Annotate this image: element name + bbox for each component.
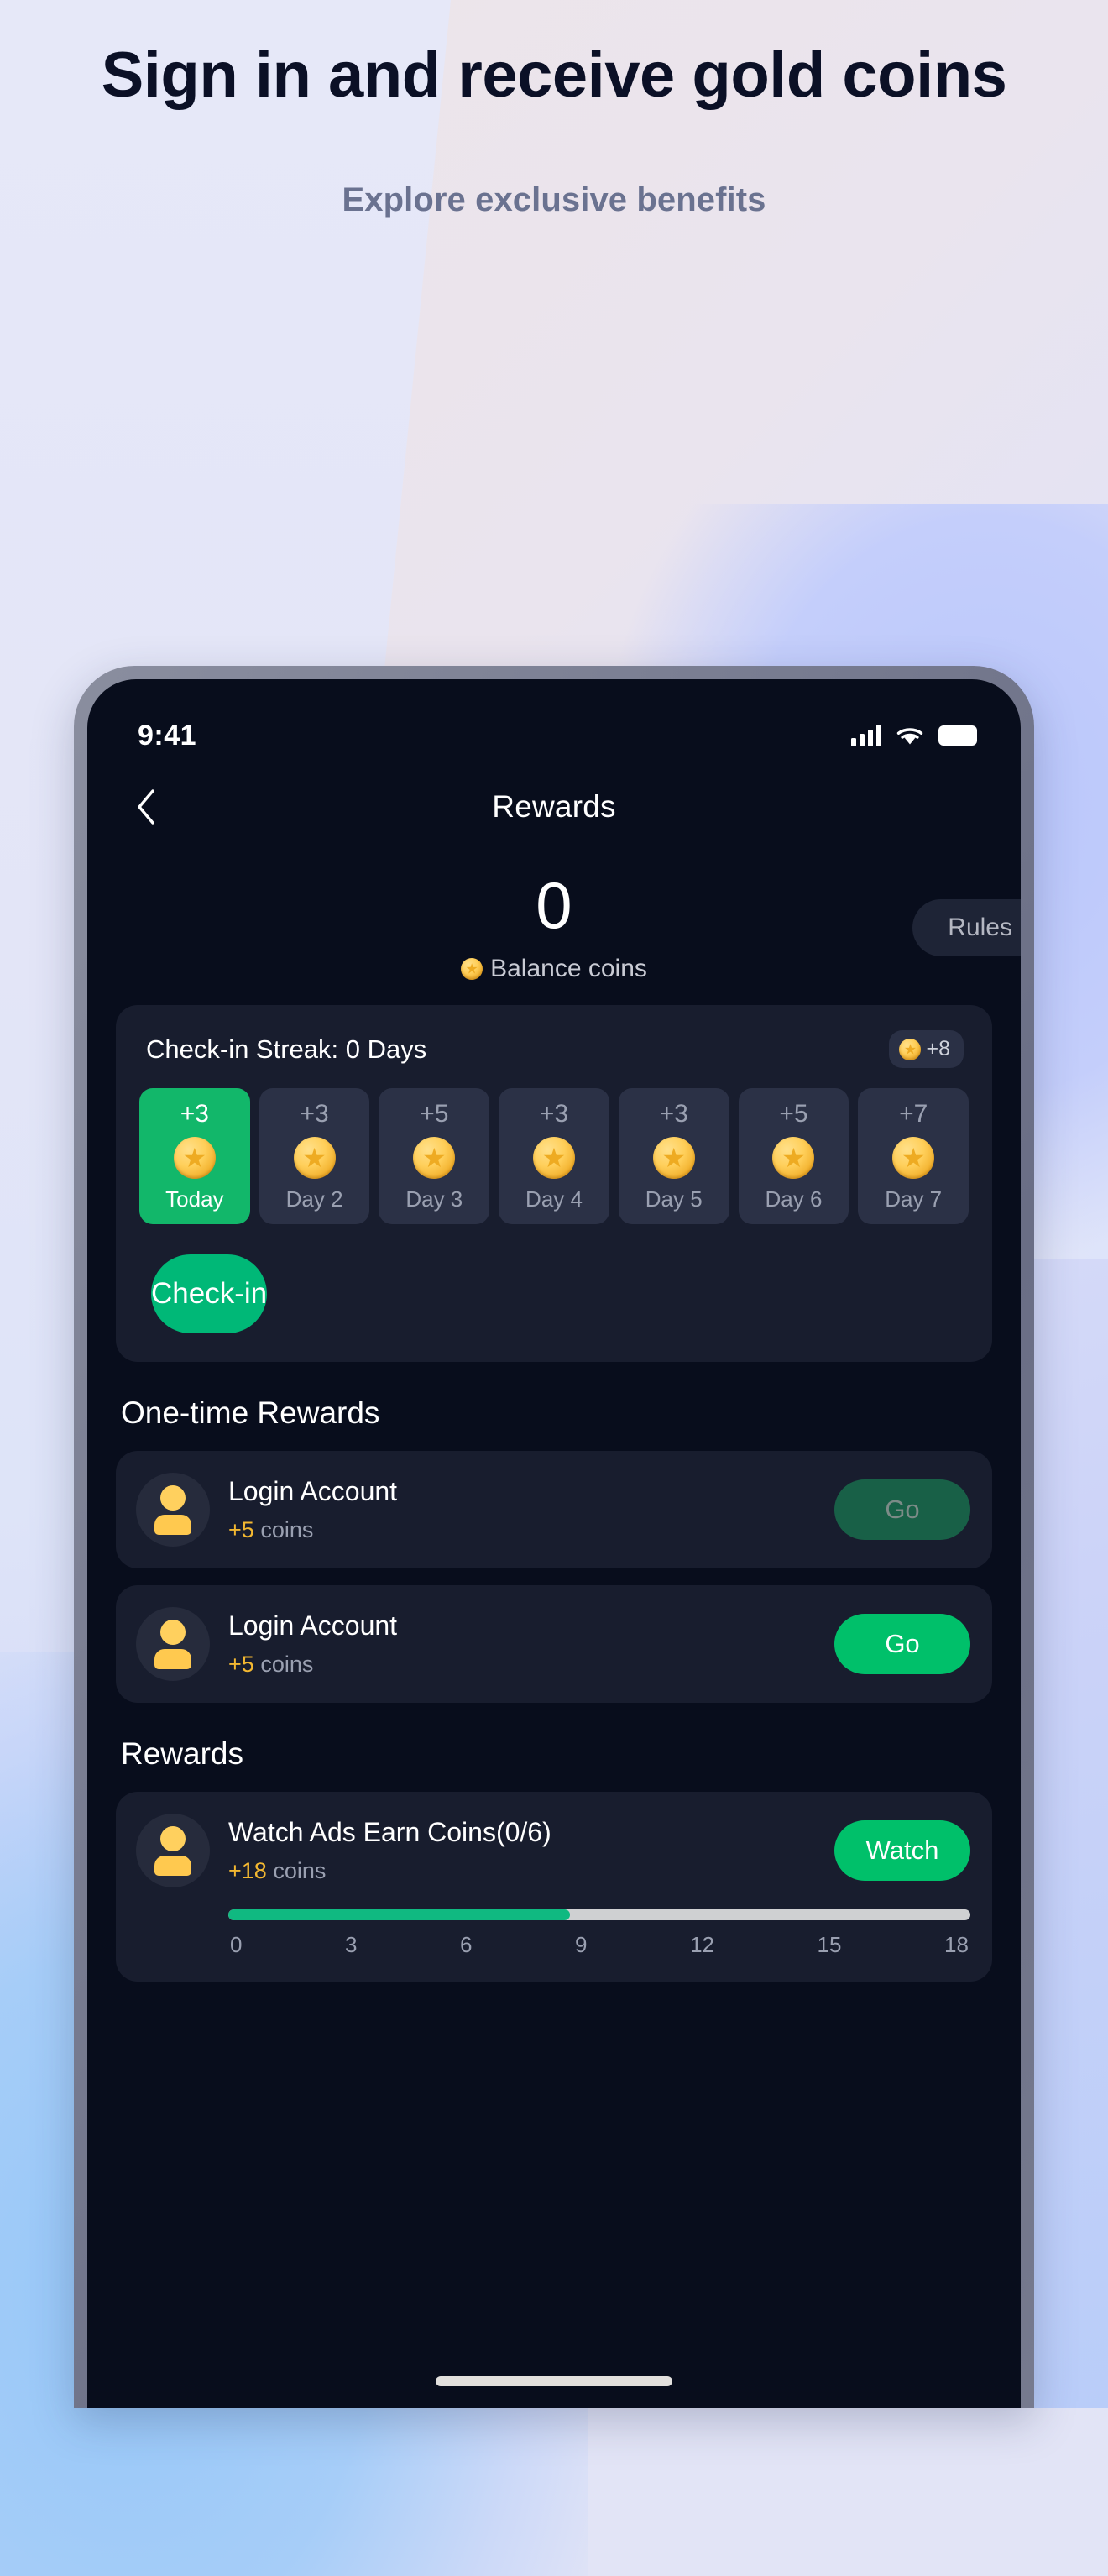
progress-tick-label: 18 [944,1932,969,1957]
checkin-day-amount: +7 [899,1100,928,1128]
coin-icon: ★ [293,1137,336,1179]
promo-text-block: Sign in and receive gold coins Explore e… [0,0,1108,219]
checkin-button[interactable]: Check-in [151,1254,268,1333]
progress-tick-label: 15 [817,1932,842,1957]
checkin-day-tile[interactable]: +3 ★ Day 5 [618,1088,729,1224]
checkin-day-label: Day 2 [285,1186,343,1212]
status-bar: 9:41 [87,679,1021,767]
coin-icon: ★ [173,1137,216,1179]
nav-bar: Rewards [87,767,1021,847]
progress-tick-label: 3 [345,1932,358,1957]
checkin-day-amount: +3 [180,1100,209,1128]
rewards-title: Rewards [121,1736,243,1771]
one-time-rewards-title: One-time Rewards [121,1395,380,1430]
watch-ads-reward: +18 coins [228,1858,816,1884]
coin-icon: ★ [899,1038,922,1060]
checkin-day-tile[interactable]: +5 ★ Day 6 [738,1088,849,1224]
checkin-day-tile[interactable]: +3 ★ Day 4 [499,1088,609,1224]
promo-subheadline: Explore exclusive benefits [342,181,766,219]
coin-icon: ★ [652,1137,695,1179]
watch-ads-name: Watch Ads Earn Coins(0/6) [228,1817,551,1847]
checkin-day-label: Day 3 [405,1186,463,1212]
checkin-bonus-badge: ★ +8 [889,1030,964,1068]
checkin-day-amount: +3 [300,1100,329,1128]
one-time-rewards-list: Login Account +5 coins Go Login Account +5 c… [87,1451,1021,1703]
checkin-day-amount: +3 [659,1100,688,1128]
coin-icon: ★ [461,958,483,980]
checkin-day-amount: +5 [779,1100,808,1128]
checkin-card: Check-in Streak: 0 Days ★ +8 +3 ★ Today +3 ★… [116,1005,992,1362]
progress-tick-label: 0 [230,1932,243,1957]
progress-tick-label: 12 [690,1932,714,1957]
user-avatar-icon [136,1607,210,1681]
home-indicator [436,2376,672,2386]
watch-ads-reward-amount: +18 [228,1858,267,1883]
watch-button[interactable]: Watch [834,1820,970,1881]
reward-action-button[interactable]: Go [834,1614,970,1674]
checkin-day-label: Day 7 [885,1186,943,1212]
checkin-day-label: Day 6 [765,1186,823,1212]
coin-icon: ★ [533,1137,576,1179]
page-title: Rewards [492,789,616,824]
balance-label-row: ★ Balance coins [87,955,1021,983]
balance-label-text: Balance coins [490,955,647,982]
progress-track [228,1909,970,1920]
phone-mockup-frame: 9:41 Rewards 0 ★ Balance coins Rules Che… [74,666,1034,2408]
progress-tick-label: 9 [575,1932,588,1957]
progress-tick-label: 6 [460,1932,473,1957]
checkin-day-amount: +3 [539,1100,569,1128]
coin-icon: ★ [413,1137,456,1179]
watch-ads-reward-unit: coins [273,1858,327,1883]
reward-item-amount: +5 coins [228,1517,314,1542]
checkin-day-tile[interactable]: +5 ★ Day 3 [379,1088,490,1224]
rules-button[interactable]: Rules [912,899,1021,956]
checkin-header: Check-in Streak: 0 Days ★ +8 [139,1030,969,1068]
checkin-day-tile[interactable]: +3 ★ Today [139,1088,250,1224]
reward-list-item: Login Account +5 coins Go [116,1585,992,1703]
checkin-day-label: Day 5 [645,1186,703,1212]
user-avatar-icon [136,1473,210,1547]
coin-icon: ★ [892,1137,935,1179]
reward-item-amount: +5 coins [228,1652,314,1677]
wifi-icon [896,728,923,745]
checkin-day-label: Today [165,1186,224,1212]
battery-icon [938,725,977,746]
checkin-bonus-amount: +8 [926,1037,950,1060]
balance-section: 0 ★ Balance coins Rules [87,847,1021,1005]
progress-fill [228,1909,570,1920]
cellular-signal-icon [851,725,881,746]
watch-ads-progress: 0 3 6 9 12 15 18 [228,1909,970,1958]
progress-tick-labels: 0 3 6 9 12 15 18 [228,1932,970,1958]
checkin-day-amount: +5 [420,1100,449,1128]
reward-item-name: Login Account [228,1610,398,1641]
checkin-streak-label: Check-in Streak: 0 Days [146,1034,427,1064]
phone-screen: 9:41 Rewards 0 ★ Balance coins Rules Che… [87,679,1021,2408]
checkin-day-tile[interactable]: +3 ★ Day 2 [259,1088,370,1224]
reward-item-name: Login Account [228,1476,398,1506]
watch-ads-card: Watch Ads Earn Coins(0/6) +18 coins Watc… [116,1792,992,1982]
promo-headline: Sign in and receive gold coins [101,39,1007,111]
reward-list-item: Login Account +5 coins Go [116,1451,992,1568]
checkin-day-tile[interactable]: +7 ★ Day 7 [858,1088,970,1224]
balance-amount: 0 [536,868,572,942]
status-bar-clock: 9:41 [138,719,197,751]
checkin-days-row: +3 ★ Today +3 ★ Day 2 +5 ★ Day 3 +3 ★ Day 4 +3 ★ Day 5… [139,1088,970,1224]
reward-action-button[interactable]: Go [834,1479,970,1540]
coin-icon: ★ [772,1137,815,1179]
user-avatar-icon [136,1814,210,1887]
checkin-day-label: Day 4 [525,1186,583,1212]
